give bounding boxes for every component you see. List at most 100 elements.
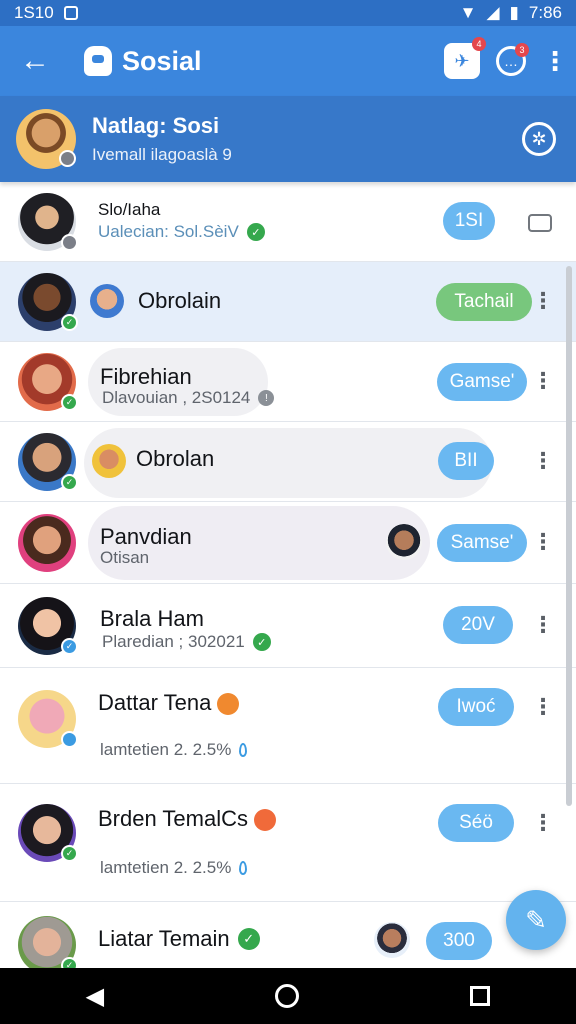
avatar — [18, 690, 78, 748]
subtitle-text: lamtetien 2. 2.5% — [100, 858, 232, 877]
status-bar: 1S10 ▼ ◢ ▮ 7:86 — [0, 0, 576, 26]
contact-name: Brden TemalCs — [98, 806, 276, 832]
chat-button[interactable]: … 3 — [496, 43, 529, 76]
profile-subtitle: Ivemall ilagoaslà 9 — [92, 145, 232, 164]
avatar — [18, 514, 76, 572]
contact-subtitle: lamtetien 2. 2.5% — [100, 740, 248, 760]
contact-name: Dattar Tena — [98, 690, 240, 716]
profile-name: Natlag: Sosi — [92, 113, 220, 138]
verified-status-icon: ✓ — [61, 845, 78, 862]
contact-subtitle: Ualecian: Sol.SèiV ✓ — [98, 222, 265, 242]
list-item[interactable]: ✓ Obrolain Tachail ⋮ — [0, 262, 576, 342]
action-pill-button[interactable]: Iwoć — [438, 688, 514, 726]
contact-name: Obrolain — [138, 288, 222, 313]
row-menu-icon[interactable]: ⋮ — [532, 694, 554, 720]
list-item[interactable]: Dattar Tena lamtetien 2. 2.5% Iwoć ⋮ — [0, 668, 576, 784]
system-nav-bar: ◀ — [0, 968, 576, 1024]
contact-subtitle: Dlavouian , 2S0124 ! — [102, 388, 275, 408]
verified-icon: ✓ — [252, 633, 271, 651]
nav-recents-icon[interactable] — [470, 986, 491, 1006]
action-pill-button[interactable]: Séö — [438, 804, 514, 842]
mini-avatar — [92, 444, 126, 478]
back-arrow-icon[interactable]: ← — [0, 26, 70, 96]
nav-home-icon[interactable] — [275, 984, 300, 1008]
avatar: ✓ — [18, 433, 78, 491]
verified-status-icon: ✓ — [61, 638, 78, 655]
avatar: ✓ — [18, 916, 78, 974]
compose-fab-button[interactable]: ✎ — [506, 890, 566, 950]
action-pill-button[interactable]: 300 — [426, 922, 492, 960]
notification-icon — [63, 6, 78, 20]
drop-icon — [239, 743, 248, 757]
name-text: Dattar Tena — [98, 690, 212, 715]
chat-badge: 3 — [515, 43, 529, 57]
verified-icon: ✓ — [237, 928, 260, 950]
signal-icon: ◢ — [486, 3, 500, 22]
list-item[interactable]: ✓ Liatar Temain ✓ 300 — [0, 902, 576, 974]
contact-subtitle: Plaredian ; 302021 ✓ — [102, 632, 271, 652]
wifi-icon: ▼ — [459, 3, 477, 22]
row-menu-icon[interactable]: ⋮ — [532, 368, 554, 394]
avatar: ✓ — [18, 804, 78, 862]
verified-status-icon: ✓ — [61, 394, 78, 411]
info-icon: ! — [258, 390, 275, 406]
list-item[interactable]: Slo/Iaha Ualecian: Sol.SèiV ✓ 1SI — [0, 182, 576, 262]
avatar — [18, 193, 78, 251]
row-menu-icon[interactable]: ⋮ — [532, 612, 554, 638]
list-item[interactable]: ✓ Brden TemalCs lamtetien 2. 2.5% Séö ⋮ — [0, 784, 576, 902]
nav-back-icon[interactable]: ◀ — [86, 982, 104, 1011]
profile-status-icon — [59, 150, 76, 167]
action-pill-button[interactable]: Samse' — [437, 524, 527, 562]
row-menu-icon[interactable]: ⋮ — [532, 810, 554, 836]
contact-name: Brala Ham — [100, 606, 204, 631]
scrollbar[interactable] — [566, 266, 572, 806]
contact-name: Panvdian — [100, 524, 192, 549]
smiley-emoji-icon — [217, 693, 240, 716]
chat-bubble-icon: … — [504, 53, 518, 69]
action-pill-button[interactable]: Tachail — [436, 283, 532, 321]
contact-subtitle: lamtetien 2. 2.5% — [100, 858, 248, 878]
app-title: Sosial — [122, 45, 202, 76]
car-icon[interactable] — [528, 214, 552, 232]
status-time-right: 7:86 — [528, 3, 562, 22]
overflow-menu-icon[interactable]: ⋮ — [542, 46, 568, 77]
profile-avatar — [16, 109, 76, 169]
profile-header[interactable]: Natlag: Sosi Ivemall ilagoaslà 9 ✲ — [0, 96, 576, 182]
app-logo-icon — [84, 46, 112, 76]
avatar: ✓ — [18, 353, 78, 411]
notification-badge: 4 — [472, 37, 486, 51]
list-item[interactable]: ✓ Obrolan BII ⋮ — [0, 422, 576, 502]
contact-name: Fibrehian — [100, 364, 192, 389]
row-menu-icon[interactable]: ⋮ — [532, 529, 554, 555]
verified-icon: ✓ — [246, 223, 265, 241]
list-item[interactable]: ✓ Fibrehian Dlavouian , 2S0124 ! Gamse' … — [0, 342, 576, 422]
laughing-emoji-icon — [254, 809, 276, 832]
action-pill-button[interactable]: 20V — [443, 606, 513, 644]
avatar: ✓ — [18, 597, 78, 655]
row-menu-icon[interactable]: ⋮ — [532, 288, 554, 314]
mini-avatar — [90, 284, 124, 318]
contact-subtitle: Otisan — [100, 548, 150, 567]
row-menu-icon[interactable]: ⋮ — [532, 448, 554, 474]
mini-avatar — [386, 524, 422, 560]
name-text: Liatar Temain — [98, 926, 230, 951]
app-bar: ← Sosial ✈ 4 … 3 ⋮ — [0, 26, 576, 96]
list-item[interactable]: Panvdian Otisan Samse' ⋮ — [0, 502, 576, 584]
action-pill-button[interactable]: Gamse' — [437, 363, 527, 401]
name-text: Brden TemalCs — [98, 806, 248, 831]
verified-status-icon: ✓ — [61, 314, 78, 331]
contact-name: Obrolan — [136, 446, 215, 471]
settings-gear-icon[interactable]: ✲ — [522, 122, 556, 156]
action-pill-button[interactable]: 1SI — [443, 202, 495, 240]
status-icon — [61, 731, 78, 748]
contact-name: Liatar Temain ✓ — [98, 926, 260, 952]
status-icon — [61, 234, 78, 251]
send-notification-button[interactable]: ✈ 4 — [444, 37, 486, 79]
battery-icon: ▮ — [509, 3, 519, 22]
list-item[interactable]: ✓ Brala Ham Plaredian ; 302021 ✓ 20V ⋮ — [0, 584, 576, 668]
subtitle-text: Dlavouian , 2S0124 — [102, 388, 251, 407]
action-pill-button[interactable]: BII — [438, 442, 494, 480]
send-icon: ✈ — [454, 50, 470, 71]
subtitle-text: Plaredian ; 302021 — [102, 632, 245, 651]
subtitle-text: Ualecian: Sol.SèiV — [98, 222, 239, 241]
